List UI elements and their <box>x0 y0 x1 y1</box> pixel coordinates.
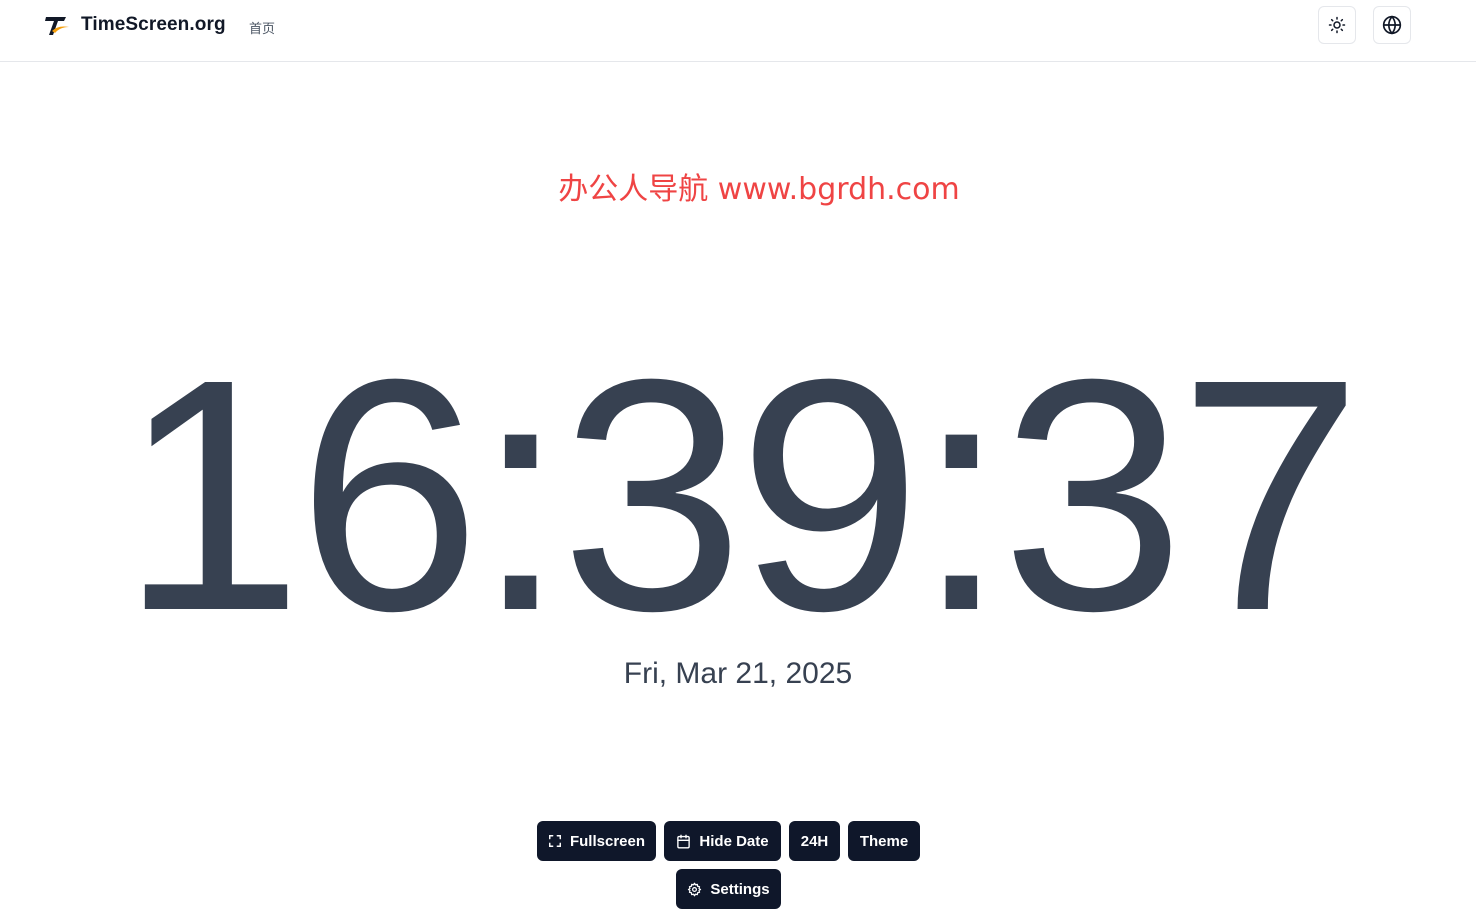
theme-label: Theme <box>859 832 909 850</box>
hide-date-button[interactable]: Hide Date <box>664 821 781 861</box>
theme-button[interactable]: Theme <box>848 821 920 861</box>
timescreen-logo-icon[interactable] <box>44 13 70 39</box>
calendar-icon <box>677 834 691 848</box>
top-navbar: TimeScreen.org 首页 <box>0 0 1476 62</box>
watermark-text: 办公人导航 www.bgrdh.com <box>558 172 960 207</box>
site-title[interactable]: TimeScreen.org <box>81 14 226 36</box>
clock-time: 16:39:37 <box>119 310 1363 679</box>
nav-home-link[interactable]: 首页 <box>249 18 275 37</box>
gear-icon <box>688 882 702 896</box>
hide-date-label: Hide Date <box>699 832 769 850</box>
globe-icon <box>1382 15 1402 35</box>
settings-label: Settings <box>710 880 770 898</box>
expand-icon <box>549 835 561 847</box>
fullscreen-label: Fullscreen <box>569 832 646 850</box>
language-button[interactable] <box>1373 6 1411 44</box>
time-format-button[interactable]: 24H <box>789 821 840 861</box>
clock-date: Fri, Mar 21, 2025 <box>623 657 853 690</box>
fullscreen-button[interactable]: Fullscreen <box>537 821 656 861</box>
sun-icon <box>1328 16 1346 34</box>
theme-toggle-button[interactable] <box>1318 6 1356 44</box>
settings-button[interactable]: Settings <box>676 869 781 909</box>
time-format-label: 24H <box>800 832 829 850</box>
